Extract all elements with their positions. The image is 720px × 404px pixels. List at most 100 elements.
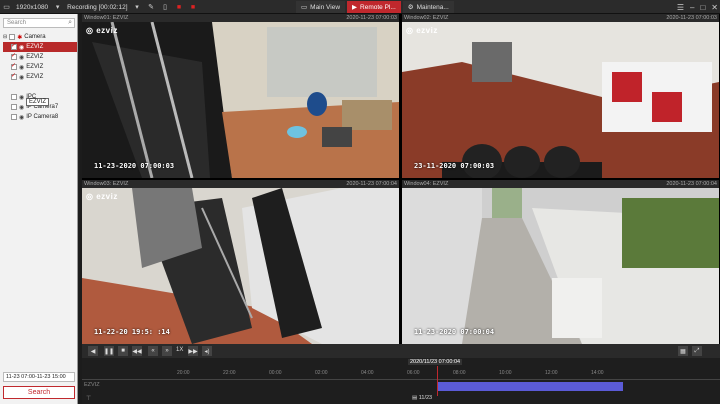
checkbox[interactable]	[11, 104, 17, 110]
ezviz-logo: ◎ ezviz	[406, 26, 438, 35]
monitor-icon[interactable]: ▭	[2, 3, 11, 12]
stop-icon[interactable]: ■	[118, 346, 128, 356]
timeline-date[interactable]: ▤ 11/23	[412, 395, 432, 401]
video-window-2[interactable]: Window02: EZVIZ 2020-11-23 07:00:03 ◎ ez…	[402, 14, 719, 178]
tab-label: Maintena...	[416, 3, 449, 11]
tree-item-ezviz-4[interactable]: ◉ EZVIZ	[3, 72, 77, 82]
prev-icon[interactable]: ◀	[88, 346, 98, 356]
time-range-field[interactable]: 11-23 07:00-11-23 15:00	[3, 372, 75, 382]
tick-label: 00:00	[269, 370, 282, 376]
tick-label: 02:00	[315, 370, 328, 376]
tab-maintenance[interactable]: ⚙ Maintena...	[402, 1, 454, 13]
tick-label: 12:00	[545, 370, 558, 376]
volume-icon[interactable]: ◂)	[202, 346, 212, 356]
timeline[interactable]: 2020/11/23 07:00:04 20:00 22:00 00:00 02…	[82, 358, 720, 404]
timeline-current-time: 2020/11/23 07:00:04	[408, 359, 463, 365]
camera-icon: ◉	[19, 54, 25, 61]
window-timestamp: 2020-11-23 07:00:03	[666, 15, 717, 21]
tree-label: EZVIZ	[26, 44, 44, 50]
camera-feed	[402, 22, 719, 178]
tree-item-ezviz-1[interactable]: ◉ EZVIZ	[3, 42, 77, 52]
search-icon[interactable]: ⌕	[68, 19, 72, 27]
tree-label: EZVIZ	[26, 54, 44, 60]
window-title: Window03: EZVIZ	[84, 181, 129, 187]
fast-icon[interactable]: »	[162, 346, 172, 356]
record-icon[interactable]: ■	[175, 3, 184, 12]
video-osd-time: 11-23-2020 07:00:04	[414, 328, 495, 336]
menu-icon[interactable]: ☰	[677, 3, 684, 12]
fullscreen-icon[interactable]: ⤢	[692, 346, 702, 356]
timeline-ruler[interactable]: 20:00 22:00 00:00 02:00 04:00 06:00 08:0…	[82, 368, 720, 380]
camera-feed	[82, 22, 399, 178]
tree-item-ezviz-2[interactable]: ◉ EZVIZ	[3, 52, 77, 62]
video-window-1[interactable]: Window01: EZVIZ 2020-11-23 07:00:03 ◎ ez…	[82, 14, 399, 178]
toolbar-left: ▭ 1920x1080 ▾ Recording [00:02:12] ▾ ✎ ▯…	[2, 1, 198, 13]
window-title: Window02: EZVIZ	[404, 15, 449, 21]
checkbox[interactable]	[11, 52, 17, 60]
checkbox[interactable]	[11, 94, 17, 100]
group-icon: ✱	[17, 34, 23, 41]
slow-icon[interactable]: «	[148, 346, 158, 356]
checkbox[interactable]	[9, 34, 16, 40]
maximize-icon[interactable]: □	[700, 3, 705, 12]
forward-icon[interactable]: ▶▶	[188, 346, 198, 356]
filter-icon[interactable]: ⊤	[86, 395, 91, 402]
layout-icon[interactable]: ▦	[678, 346, 688, 356]
tick-label: 04:00	[361, 370, 374, 376]
tick-label: 08:00	[453, 370, 466, 376]
checkbox[interactable]	[11, 114, 17, 120]
tree-root-camera[interactable]: ⊟ ✱ Camera	[3, 32, 77, 42]
tab-remote-playback[interactable]: ▶ Remote Pl...	[347, 1, 401, 13]
chevron-down-icon[interactable]: ▾	[53, 3, 62, 12]
playback-speed: 1X	[176, 347, 184, 353]
camera-icon: ◉	[19, 74, 25, 81]
window-header: Window01: EZVIZ 2020-11-23 07:00:03	[82, 14, 399, 22]
camera-feed	[82, 188, 399, 344]
camera-icon: ◉	[19, 114, 25, 121]
tree-label: Camera	[24, 34, 46, 40]
tick-label: 14:00	[591, 370, 604, 376]
video-osd-time: 11-23-2020 07:00:03	[94, 162, 175, 170]
camera-tree: ⊟ ✱ Camera ◉ EZVIZ ◉ EZVIZ ◉ EZVIZ ◉ EZV…	[3, 32, 77, 122]
tab-main-view[interactable]: ▭ Main View	[296, 1, 346, 13]
tree-item-ezviz-3[interactable]: ◉ EZVIZ	[3, 62, 77, 72]
edit-icon[interactable]: ✎	[147, 3, 156, 12]
lock-icon[interactable]: ▯	[161, 3, 170, 12]
recording-status: Recording [00:02:12]	[67, 3, 128, 11]
dropdown-icon[interactable]: ▾	[133, 3, 142, 12]
step-back-icon[interactable]: ◀◀	[132, 346, 142, 356]
calendar-icon: ▤	[412, 395, 418, 401]
tab-label: Remote Pl...	[360, 3, 396, 11]
collapse-icon[interactable]: ⊟	[3, 34, 7, 40]
pause-icon[interactable]: ❚❚	[104, 346, 114, 356]
checkbox[interactable]	[11, 72, 17, 80]
tooltip: EZVIZ	[26, 98, 50, 106]
camera-icon: ◉	[19, 104, 25, 111]
minimize-icon[interactable]: –	[690, 3, 694, 12]
checkbox[interactable]	[11, 62, 17, 70]
checkbox[interactable]	[11, 42, 17, 50]
ezviz-logo: ◎ ezviz	[86, 26, 118, 35]
tree-item-ip-camera8[interactable]: ◉ IP Camera8	[3, 112, 77, 122]
video-window-4[interactable]: Window04: EZVIZ 2020-11-23 07:00:04 11-2…	[402, 180, 719, 344]
play-icon: ▶	[352, 4, 358, 11]
recording-segment[interactable]	[437, 382, 623, 391]
stop-icon[interactable]: ■	[189, 3, 198, 12]
search-input[interactable]: Search ⌕	[3, 18, 75, 28]
timeline-cursor[interactable]	[437, 366, 438, 396]
playback-controls: ◀ ❚❚ ■ ◀◀ « » 1X ▶▶ ◂) ▦ ⤢	[82, 344, 720, 358]
video-osd-time: 23-11-2020 07:00:03	[414, 162, 495, 170]
window-header: Window02: EZVIZ 2020-11-23 07:00:03	[402, 14, 719, 22]
search-button[interactable]: Search	[3, 386, 75, 399]
date-label: 11/23	[418, 395, 433, 401]
window-timestamp: 2020-11-23 07:00:03	[346, 15, 397, 21]
video-grid: Window01: EZVIZ 2020-11-23 07:00:03 ◎ ez…	[82, 14, 720, 344]
window-controls: ☰ – □ ✕	[677, 1, 718, 13]
close-icon[interactable]: ✕	[711, 3, 718, 12]
tick-label: 10:00	[499, 370, 512, 376]
monitor-icon: ▭	[301, 4, 308, 11]
window-timestamp: 2020-11-23 07:00:04	[666, 181, 717, 187]
camera-icon: ◉	[19, 64, 25, 71]
video-window-3[interactable]: Window03: EZVIZ 2020-11-23 07:00:04 ◎ ez…	[82, 180, 399, 344]
resolution-label[interactable]: 1920x1080	[16, 4, 48, 11]
